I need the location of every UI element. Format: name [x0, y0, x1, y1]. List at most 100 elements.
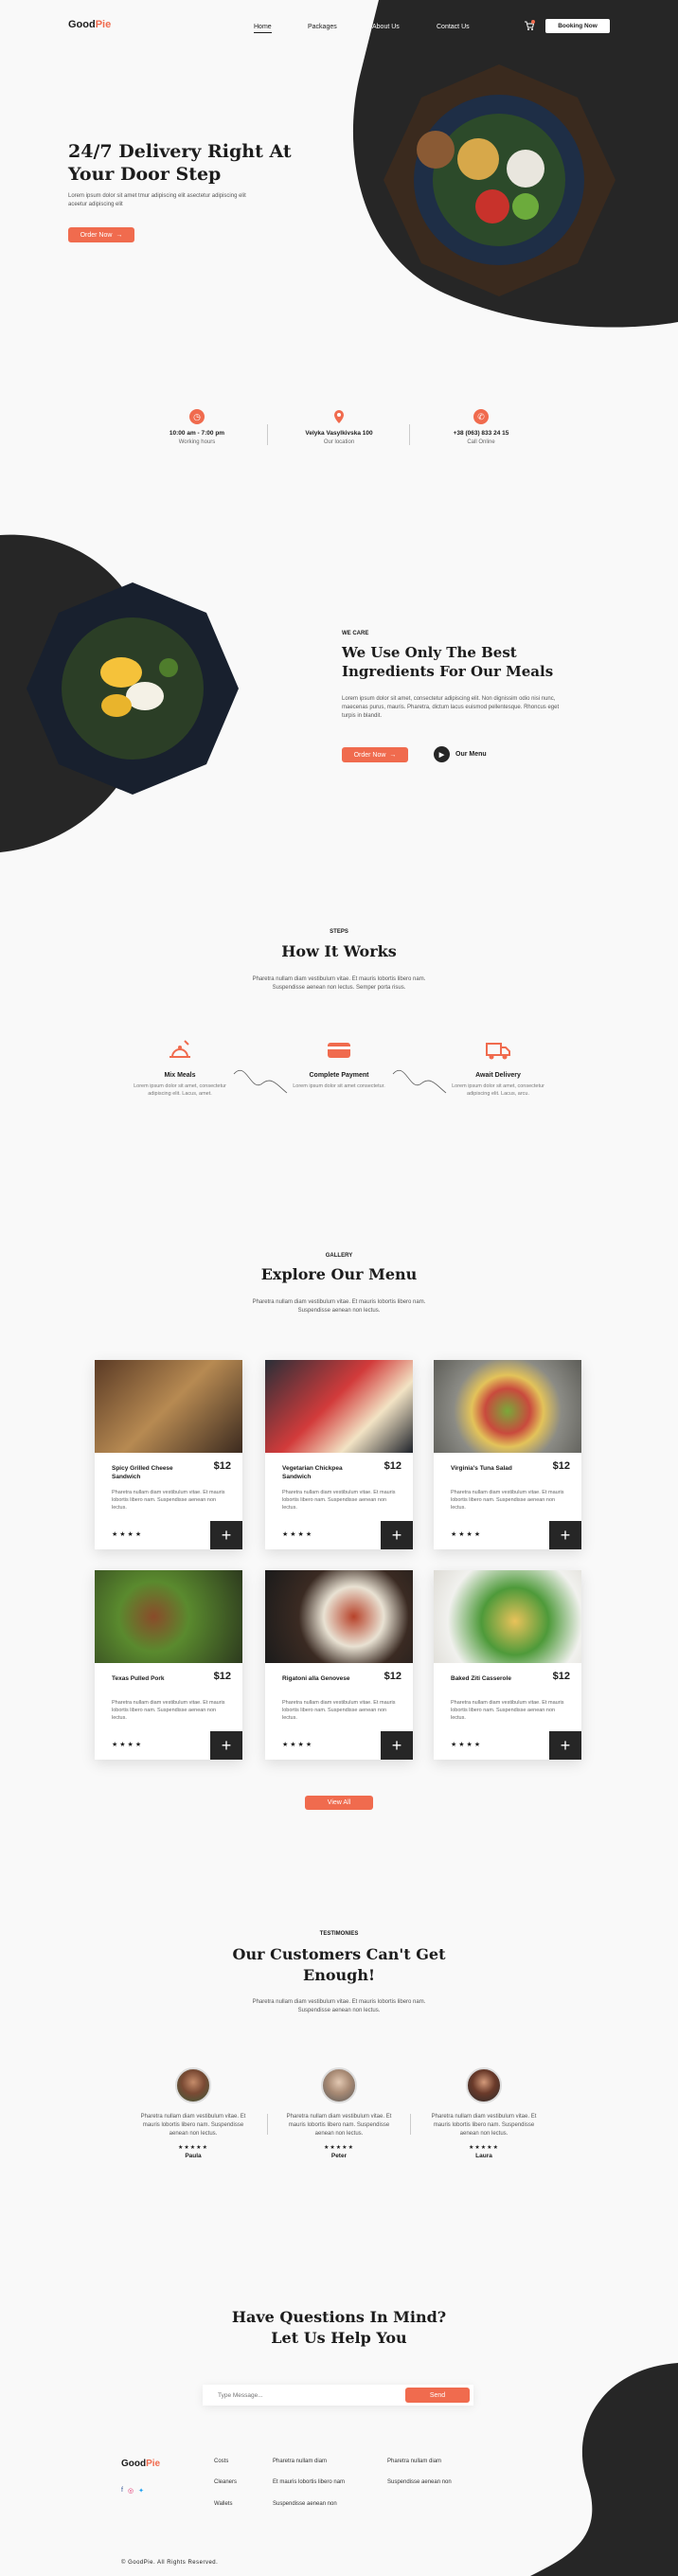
testimonial: Pharetra nullam diam vestibulum vitae. E… [282, 2067, 396, 2159]
avatar [321, 2067, 357, 2103]
star-rating: ★★★★ [112, 1531, 144, 1538]
arrow-right-icon: → [389, 751, 397, 759]
footer-link[interactable]: Wallets [214, 2501, 232, 2507]
our-menu-link[interactable]: ▶ Our Menu [434, 746, 487, 762]
add-to-cart-button[interactable]: + [381, 1731, 413, 1760]
curvy-arrow [392, 1069, 447, 1094]
gallery-eyebrow: GALLERY [325, 1253, 353, 1259]
nav-contact[interactable]: Contact Us [437, 24, 470, 30]
care-text: Lorem ipsum dolor sit amet, consectetur … [342, 696, 560, 719]
food-image [95, 1570, 242, 1663]
divider [409, 424, 410, 445]
curvy-arrow [233, 1069, 288, 1094]
steps-text: Pharetra nullam diam vestibulum vitae. E… [252, 976, 426, 991]
footer-link[interactable]: Et mauris lobortis libero nam [273, 2479, 345, 2485]
testimonials-text: Pharetra nullam diam vestibulum vitae. E… [252, 1999, 426, 2013]
star-rating: ★★★★★ [178, 2145, 208, 2151]
info-location: Velyka Vasylkivska 100 Our location [273, 409, 405, 445]
play-icon: ▶ [434, 746, 450, 762]
nav-about[interactable]: About Us [372, 24, 400, 30]
gallery-text: Pharetra nullam diam vestibulum vitae. E… [252, 1299, 426, 1314]
testimonial: Pharetra nullam diam vestibulum vitae. E… [136, 2067, 250, 2159]
star-rating: ★★★★ [451, 1742, 483, 1748]
contact-title: Have Questions In Mind? Let Us Help You [231, 2308, 447, 2347]
footer-link[interactable]: Costs [214, 2459, 228, 2464]
divider [267, 2114, 268, 2135]
testimonials-title: Our Customers Can't Get Enough! [232, 1945, 446, 1984]
step-complete-payment: Complete Payment Lorem ipsum dolor sit a… [282, 1036, 396, 1090]
avatar [466, 2067, 502, 2103]
menu-card[interactable]: Texas Pulled Pork $12 Pharetra nullam di… [95, 1570, 242, 1760]
background-shapes [0, 0, 678, 2576]
food-image [434, 1360, 581, 1453]
food-image [95, 1360, 242, 1453]
hero-title: 24/7 Delivery Right At Your Door Step [68, 141, 292, 185]
add-to-cart-button[interactable]: + [210, 1731, 242, 1760]
add-to-cart-button[interactable]: + [210, 1521, 242, 1549]
phone-icon: ✆ [473, 409, 489, 424]
footer-link[interactable]: Pharetra nullam diam [387, 2459, 441, 2464]
footer-logo[interactable]: GoodPie [121, 2459, 160, 2469]
credit-card-icon [325, 1036, 353, 1064]
social-links: f ◎ ✦ [121, 2487, 144, 2495]
star-rating: ★★★★ [282, 1531, 314, 1538]
star-rating: ★★★★ [451, 1531, 483, 1538]
add-to-cart-button[interactable]: + [381, 1521, 413, 1549]
nav-home[interactable]: Home [254, 24, 272, 33]
info-hours: ◷ 10:00 am - 7:00 pm Working hours [131, 409, 263, 445]
steps-title: How It Works [281, 942, 397, 960]
twitter-icon[interactable]: ✦ [138, 2487, 144, 2495]
nav-packages[interactable]: Packages [308, 24, 337, 30]
footer-link[interactable]: Cleaners [214, 2479, 237, 2485]
menu-card[interactable]: Virginia's Tuna Salad $12 Pharetra nulla… [434, 1360, 581, 1549]
footer-link[interactable]: Suspendisse aenean non [387, 2479, 452, 2485]
step-await-delivery: Await Delivery Lorem ipsum dolor sit ame… [441, 1036, 555, 1098]
testimonials-eyebrow: TESTIMONIES [319, 1931, 359, 1937]
facebook-icon[interactable]: f [121, 2487, 123, 2495]
footer-link[interactable]: Pharetra nullam diam [273, 2459, 327, 2464]
add-to-cart-button[interactable]: + [549, 1521, 581, 1549]
care-order-button[interactable]: Order Now → [342, 747, 408, 762]
hero-food-image [384, 64, 616, 296]
divider [410, 2114, 411, 2135]
divider [267, 424, 268, 445]
instagram-icon[interactable]: ◎ [128, 2487, 134, 2495]
arrow-right-icon: → [116, 231, 123, 239]
gallery-title: Explore Our Menu [260, 1265, 418, 1283]
care-eyebrow: WE CARE [342, 631, 369, 636]
star-rating: ★★★★ [282, 1742, 314, 1748]
add-to-cart-button[interactable]: + [549, 1731, 581, 1760]
delivery-truck-icon [484, 1036, 512, 1064]
food-image [434, 1570, 581, 1663]
location-pin-icon [331, 409, 347, 424]
hero-text: Lorem ipsum dolor sit amet tmur adipisci… [68, 193, 246, 207]
steps-eyebrow: STEPS [330, 929, 348, 935]
view-all-button[interactable]: View All [305, 1796, 373, 1810]
salad-image [27, 582, 239, 795]
booking-button[interactable]: Booking Now [545, 19, 610, 33]
footer-link[interactable]: Suspendisse aenean non [273, 2501, 337, 2507]
copyright: © GoodPie. All Rights Reserved. [121, 2560, 219, 2566]
star-rating: ★★★★★ [469, 2145, 499, 2151]
testimonial: Pharetra nullam diam vestibulum vitae. E… [427, 2067, 541, 2159]
food-image [265, 1570, 413, 1663]
send-button[interactable]: Send [405, 2388, 470, 2403]
avatar [175, 2067, 211, 2103]
hero-order-button[interactable]: Order Now → [68, 227, 134, 242]
care-title: We Use Only The Best Ingredients For Our … [342, 644, 554, 680]
message-form: Send [203, 2385, 473, 2406]
clock-icon: ◷ [189, 409, 205, 424]
menu-card[interactable]: Rigatoni alla Genovese $12 Pharetra null… [265, 1570, 413, 1760]
cart-icon[interactable] [524, 20, 535, 33]
step-mix-meals: Mix Meals Lorem ipsum dolor sit amet, co… [123, 1036, 237, 1098]
menu-card[interactable]: Baked Ziti Casserole $12 Pharetra nullam… [434, 1570, 581, 1760]
menu-card[interactable]: Spicy Grilled Cheese Sandwich $12 Pharet… [95, 1360, 242, 1549]
menu-card[interactable]: Vegetarian Chickpea Sandwich $12 Pharetr… [265, 1360, 413, 1549]
star-rating: ★★★★ [112, 1742, 144, 1748]
meal-icon [166, 1036, 194, 1064]
message-input[interactable] [203, 2385, 401, 2406]
food-image [265, 1360, 413, 1453]
logo[interactable]: GoodPie [68, 19, 111, 30]
star-rating: ★★★★★ [324, 2145, 354, 2151]
info-phone: ✆ +38 (063) 833 24 15 Call Online [415, 409, 547, 445]
